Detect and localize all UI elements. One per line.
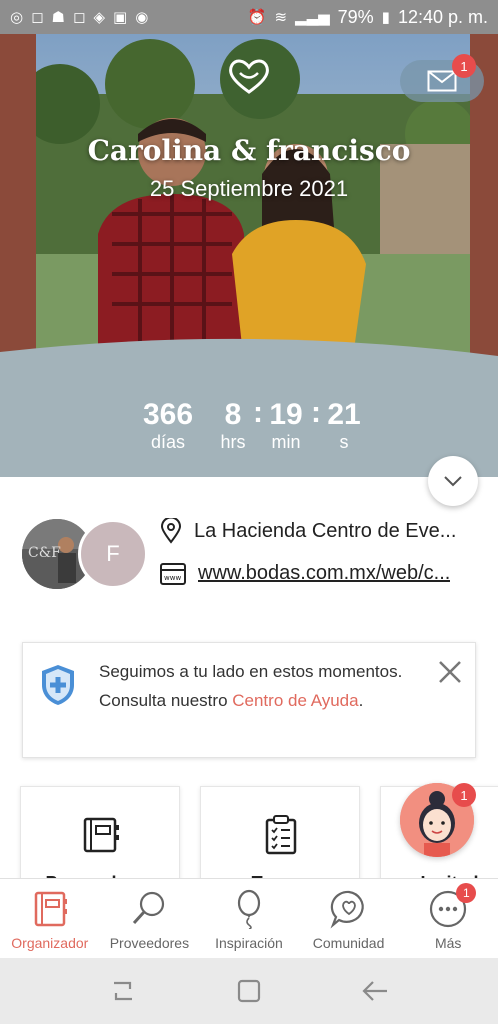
seconds-value: 21 [327, 398, 361, 431]
back-arrow-icon [362, 981, 387, 1001]
days-value: 366 [142, 398, 194, 431]
balloon-icon [237, 889, 261, 929]
countdown-seconds: 21 s [322, 398, 366, 453]
instagram-icon: ◻ [31, 8, 44, 26]
wifi-icon: ≋ [274, 8, 288, 26]
chat-icon: ◈ [93, 8, 105, 26]
minutes-label: min [271, 432, 301, 452]
help-text-after: . [358, 691, 364, 710]
website-link[interactable]: www.bodas.com.mx/web/c... [198, 562, 450, 585]
nav-mas-badge: 1 [456, 883, 477, 903]
alarm-icon: ⏰ [247, 8, 267, 26]
venue-row[interactable]: La Hacienda Centro de Eve... [160, 518, 480, 544]
nav-label: Comunidad [312, 935, 385, 951]
gallery-icon: ▣ [113, 8, 128, 26]
planner-book-icon [34, 891, 67, 927]
nav-proveedores[interactable]: Proveedores [100, 879, 200, 958]
help-center-card: Seguimos a tu lado en estos momentos. Co… [22, 642, 476, 758]
signal-icon: ▂▃▅ [295, 8, 330, 26]
wedding-date: 25 Septiembre 2021 [149, 176, 349, 201]
recents-button[interactable] [103, 971, 143, 1011]
whatsapp-icon: ◎ [10, 8, 24, 26]
notebook-icon [83, 817, 119, 853]
recents-icon [114, 981, 132, 1001]
nav-inspiracion[interactable]: Inspiración [199, 879, 299, 958]
hours-label: hrs [220, 432, 246, 452]
home-button[interactable] [229, 971, 269, 1011]
website-row[interactable]: www www.bodas.com.mx/web/c... [160, 562, 480, 585]
chevron-down-icon [444, 476, 462, 487]
magnifier-icon [133, 891, 165, 925]
chat-heart-icon [330, 890, 364, 929]
hours-value: 8 [224, 398, 242, 431]
nav-label: Más [434, 935, 462, 951]
heart-logo-icon [229, 59, 269, 94]
venue-name: La Hacienda Centro de Eve... [194, 519, 457, 542]
help-message: Seguimos a tu lado en estos momentos. Co… [99, 657, 429, 715]
help-center-link[interactable]: Centro de Ayuda [232, 691, 358, 710]
collapse-button[interactable] [428, 456, 478, 506]
checklist-icon [265, 815, 297, 855]
system-status: ⏰ ≋ ▂▃▅ 79% ▮ 12:40 p. m. [248, 7, 488, 28]
wave-divider [0, 338, 498, 366]
countdown: 366 días 8 hrs : 19 min : 21 s [0, 338, 498, 477]
seconds-label: s [339, 432, 349, 452]
nav-comunidad[interactable]: Comunidad [299, 879, 399, 958]
assistant-badge: 1 [452, 783, 476, 807]
countdown-hours: 8 hrs [210, 398, 256, 453]
minutes-value: 19 [269, 398, 303, 431]
system-navigation-bar [0, 958, 498, 1024]
nav-label: Inspiración [215, 935, 283, 951]
browser-icon: www [160, 562, 186, 585]
countdown-minutes: 19 min [264, 398, 308, 453]
notification-icons: ◎ ◻ ☗ ◻ ◈ ▣ ◉ [10, 10, 148, 25]
location-pin-icon [160, 518, 182, 544]
back-button[interactable] [355, 971, 395, 1011]
messages-badge: 1 [452, 54, 476, 78]
wedding-hero: 1 Carolina & francisco 25 Septiembre 202… [0, 34, 498, 477]
shield-plus-icon [42, 665, 74, 705]
envelope-icon [427, 70, 457, 92]
countdown-separator-2: : [311, 396, 321, 429]
nav-organizador[interactable]: Organizador [0, 879, 100, 958]
days-label: días [150, 432, 186, 452]
clock: 12:40 p. m. [397, 6, 488, 27]
home-square-icon [237, 979, 261, 1003]
messenger-icon: ◉ [135, 8, 149, 26]
svg-text:C&F: C&F [28, 545, 61, 561]
app-screen: ◎ ◻ ☗ ◻ ◈ ▣ ◉ ⏰ ≋ ▂▃▅ 79% ▮ 12:40 p. m. [0, 0, 498, 1024]
contacts-icon: ☗ [51, 8, 65, 26]
bottom-navigation: Organizador Proveedores Inspiración Comu… [0, 878, 498, 958]
instagram-icon-2: ◻ [73, 8, 86, 26]
nav-label: Organizador [11, 935, 89, 951]
nav-label: Proveedores [109, 935, 190, 951]
battery-percent: 79% [337, 6, 374, 27]
couple-names: Carolina & francisco [87, 134, 411, 167]
partner-avatar[interactable]: F [78, 519, 148, 589]
battery-icon: ▮ [381, 8, 390, 26]
countdown-days: 366 días [132, 398, 204, 453]
nav-mas[interactable]: 1 Más [398, 879, 498, 958]
status-bar: ◎ ◻ ☗ ◻ ◈ ▣ ◉ ⏰ ≋ ▂▃▅ 79% ▮ 12:40 p. m. [0, 0, 498, 34]
svg-text:www: www [164, 574, 181, 582]
close-icon[interactable] [435, 657, 465, 687]
countdown-separator: : [253, 396, 263, 429]
